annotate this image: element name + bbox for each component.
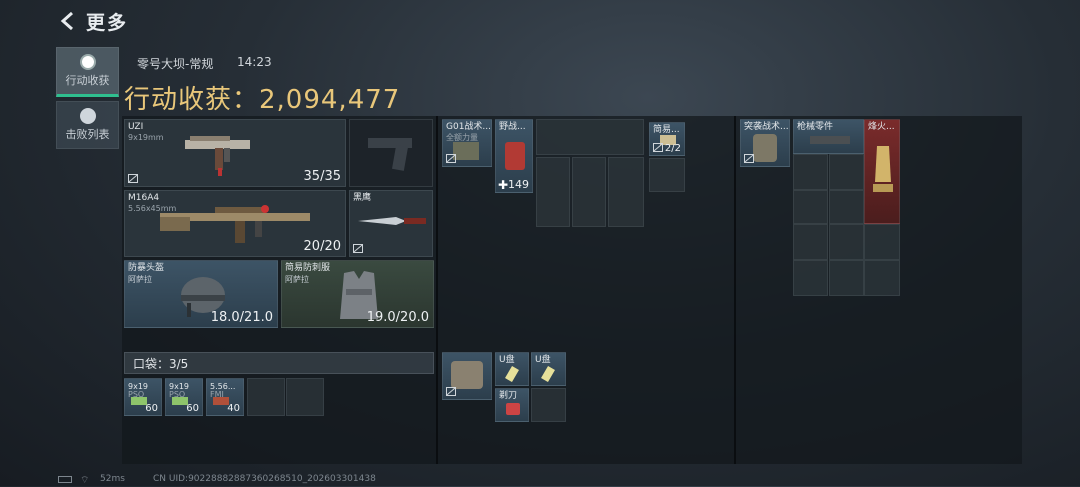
backpack-empty-slot[interactable] bbox=[864, 224, 900, 260]
weapon-slot-m16a4[interactable]: M16A4 5.56x45mm 20/20 bbox=[124, 190, 346, 257]
tab-kill-list[interactable]: 击败列表 bbox=[56, 101, 119, 149]
tab-loot[interactable]: 行动收获 bbox=[56, 47, 119, 97]
armor-slot[interactable]: 简易防刺服 阿萨拉 19.0/20.0 bbox=[281, 260, 434, 328]
item-name: 野战... bbox=[499, 122, 526, 132]
item-name: 烽火... bbox=[868, 122, 895, 132]
backpack-empty-slot[interactable] bbox=[829, 154, 864, 190]
pocket-item[interactable]: 9x19 PSO 60 bbox=[165, 378, 203, 416]
pocket-label: 口袋：3/5 bbox=[133, 357, 189, 371]
rig-icon bbox=[453, 142, 479, 160]
tab-loot-label: 行动收获 bbox=[65, 74, 110, 87]
backpack-icon bbox=[753, 134, 777, 162]
item-name: 剃刀 bbox=[499, 391, 518, 401]
item-count: 149 bbox=[508, 178, 529, 191]
weapon-caliber: 9x19mm bbox=[128, 133, 164, 142]
trophy-icon bbox=[873, 146, 893, 192]
lock-icon bbox=[128, 174, 138, 183]
ammo-count: 40 bbox=[227, 403, 240, 414]
knife-icon bbox=[358, 217, 426, 225]
rig-empty-slot[interactable] bbox=[572, 157, 606, 227]
pocket-empty-slot[interactable] bbox=[286, 378, 324, 416]
ammo-count: 35/35 bbox=[303, 169, 341, 184]
case-item[interactable]: U盘 bbox=[495, 352, 529, 386]
gun-parts-item[interactable]: 枪械零件 bbox=[793, 119, 864, 154]
loot-value-title: 行动收获：2,094,477 bbox=[124, 85, 401, 115]
helmet-slot[interactable]: 防暴头盔 阿萨拉 18.0/21.0 bbox=[124, 260, 278, 328]
ammo-count: 60 bbox=[186, 403, 199, 414]
smg-icon bbox=[185, 136, 250, 176]
lock-icon bbox=[353, 244, 363, 253]
chevron-left-icon bbox=[60, 11, 73, 31]
gun-parts-icon bbox=[810, 136, 850, 144]
rig-empty-slot[interactable] bbox=[649, 158, 685, 192]
wifi-icon: ⌔ bbox=[80, 475, 90, 486]
helmet-name: 防暴头盔 bbox=[128, 263, 165, 273]
helmet-maker: 阿萨拉 bbox=[128, 275, 152, 284]
backpack-empty-slot[interactable] bbox=[829, 260, 864, 296]
case-empty-slot[interactable] bbox=[531, 388, 566, 422]
case-item[interactable]: U盘 bbox=[531, 352, 566, 386]
player-uid: CN UID:902288828873602685​10_20260330​14… bbox=[153, 474, 376, 484]
rig-empty-slot[interactable] bbox=[536, 157, 570, 227]
helmet-durability: 18.0/21.0 bbox=[210, 310, 273, 325]
armor-maker: 阿萨拉 bbox=[285, 275, 309, 284]
item-name: 枪械零件 bbox=[797, 122, 834, 132]
lock-icon bbox=[446, 154, 456, 163]
medkit-icon bbox=[505, 142, 525, 170]
backpack-empty-slot[interactable] bbox=[829, 224, 864, 260]
map-name: 零号大坝-常规 bbox=[137, 57, 214, 71]
tab-kill-list-label: 击败列表 bbox=[65, 128, 110, 141]
razor-icon bbox=[506, 403, 520, 415]
backpack-slot[interactable]: 突袭战术... bbox=[740, 119, 790, 167]
backpack-empty-slot[interactable] bbox=[793, 260, 828, 296]
case-item[interactable]: 剃刀 bbox=[495, 388, 529, 422]
armor-name: 简易防刺服 bbox=[285, 263, 331, 273]
pistol-silhouette-icon bbox=[368, 138, 412, 171]
secure-case-slot[interactable] bbox=[442, 352, 492, 400]
armor-durability: 19.0/20.0 bbox=[366, 310, 429, 325]
page-title: 更多 bbox=[86, 12, 129, 34]
battery-icon bbox=[58, 476, 72, 483]
pistol-slot[interactable] bbox=[349, 119, 433, 187]
target-icon bbox=[79, 54, 96, 70]
backpack-name: 突袭战术... bbox=[744, 122, 789, 132]
ammo-count: 20/20 bbox=[303, 239, 341, 254]
pocket-item[interactable]: 5.56... FMJ 40 bbox=[206, 378, 244, 416]
melee-name: 黑鹰 bbox=[353, 193, 372, 203]
pocket-empty-slot[interactable] bbox=[247, 378, 285, 416]
melee-slot[interactable]: 黑鹰 bbox=[349, 190, 433, 257]
medkit-item[interactable]: 野战... ✚ 149 bbox=[495, 119, 533, 193]
item-name: U盘 bbox=[535, 355, 551, 365]
skull-icon bbox=[79, 108, 96, 124]
lock-icon bbox=[653, 143, 663, 152]
back-button[interactable] bbox=[58, 10, 80, 32]
chest-rig-slot[interactable]: G01战术... 全额力量 bbox=[442, 119, 492, 167]
rifle-icon bbox=[160, 205, 310, 243]
raid-time: 14:23 bbox=[237, 55, 272, 69]
column-divider bbox=[436, 116, 438, 464]
lock-icon bbox=[744, 154, 754, 163]
lock-icon bbox=[446, 387, 456, 396]
backpack-empty-slot[interactable] bbox=[793, 154, 828, 190]
usb-icon bbox=[541, 365, 555, 383]
weapon-name: UZI bbox=[128, 122, 144, 132]
ammo-count: 60 bbox=[145, 403, 158, 414]
rig-empty-slot[interactable] bbox=[536, 119, 644, 155]
rig-empty-slot[interactable] bbox=[608, 157, 644, 227]
backpack-empty-slot[interactable] bbox=[793, 190, 828, 224]
plus-icon: ✚ bbox=[498, 178, 509, 192]
item-count: 2/2 bbox=[664, 143, 681, 154]
pocket-item[interactable]: 9x19 PSO 60 bbox=[124, 378, 162, 416]
weapon-slot-uzi[interactable]: UZI 9x19mm 35/35 bbox=[124, 119, 346, 187]
column-divider bbox=[734, 116, 736, 464]
rig-item[interactable]: 简易... 2/2 bbox=[649, 122, 685, 156]
usb-icon bbox=[505, 365, 519, 383]
item-name: U盘 bbox=[499, 355, 515, 365]
backpack-empty-slot[interactable] bbox=[829, 190, 864, 224]
case-icon bbox=[451, 361, 483, 389]
beacon-item[interactable]: 烽火... bbox=[864, 119, 900, 224]
backpack-empty-slot[interactable] bbox=[864, 260, 900, 296]
backpack-empty-slot[interactable] bbox=[793, 224, 828, 260]
status-ping: 52ms bbox=[100, 474, 125, 484]
